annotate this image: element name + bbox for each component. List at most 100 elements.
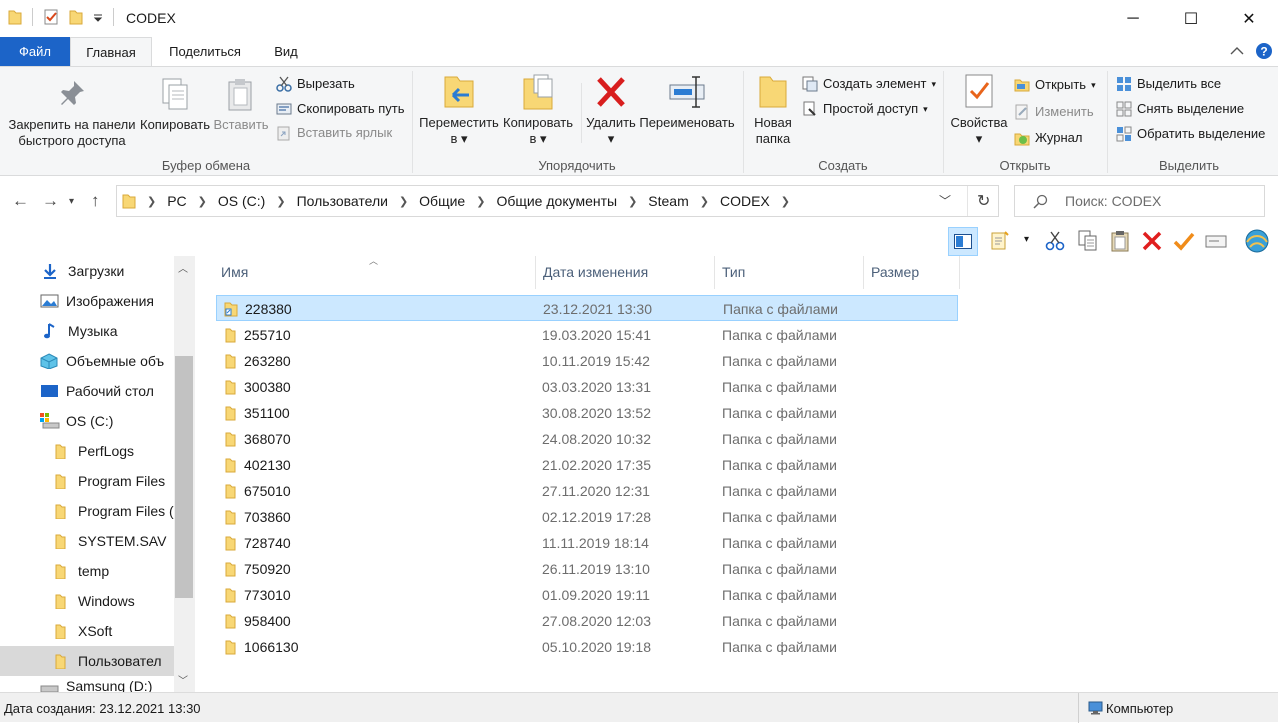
paste-button[interactable]: Вставить	[212, 77, 270, 133]
new-folder-icon[interactable]	[69, 9, 83, 25]
chevron-right-icon[interactable]: ❯	[198, 195, 207, 208]
chevron-right-icon[interactable]: ❯	[147, 195, 156, 208]
copy-icon[interactable]	[1077, 230, 1099, 252]
rename-icon[interactable]	[1205, 230, 1227, 252]
chevron-right-icon[interactable]: ❯	[700, 195, 709, 208]
scroll-down-chevron-icon[interactable]: ﹀	[178, 672, 188, 687]
paste-shortcut-button[interactable]: Вставить ярлык	[276, 123, 392, 143]
table-row[interactable]: 773010 01.09.2020 19:11 Папка с файлами	[216, 582, 958, 608]
crumb-public-documents[interactable]: Общие документы	[496, 193, 617, 209]
nav-item-temp[interactable]: temp	[0, 556, 174, 586]
refresh-icon[interactable]: ↻	[977, 191, 990, 211]
tab-file[interactable]: Файл	[0, 37, 70, 66]
help-icon[interactable]: ?	[1255, 42, 1273, 60]
minimize-button[interactable]: ─	[1104, 0, 1162, 37]
open-button[interactable]: Открыть ▾	[1014, 75, 1096, 95]
collapse-ribbon-icon[interactable]	[1230, 46, 1244, 56]
tab-view[interactable]: Вид	[262, 37, 310, 66]
address-bar[interactable]: ❯ PC ❯ OS (C:) ❯ Пользователи ❯ Общие ❯ …	[116, 185, 999, 217]
move-to-button[interactable]: Переместить в ▾	[418, 73, 500, 147]
recent-locations-chevron-icon[interactable]: ▾	[69, 196, 74, 207]
properties-button[interactable]: Свойства ▾	[948, 73, 1010, 147]
up-arrow-icon[interactable]: ↑	[91, 191, 100, 211]
nav-item-users[interactable]: Пользовател	[0, 646, 174, 676]
maximize-button[interactable]: ☐	[1162, 0, 1220, 37]
properties-icon[interactable]	[43, 9, 59, 25]
nav-item-program-files-x86[interactable]: Program Files (	[0, 496, 174, 526]
new-item-button[interactable]: Создать элемент ▾	[802, 74, 936, 94]
chevron-right-icon[interactable]: ❯	[628, 195, 637, 208]
paste-icon[interactable]	[1109, 230, 1131, 252]
chevron-right-icon[interactable]: ❯	[476, 195, 485, 208]
rename-button[interactable]: Переименовать	[637, 73, 737, 131]
crumb-users[interactable]: Пользователи	[297, 193, 388, 209]
preview-pane-button[interactable]	[948, 227, 978, 256]
copy-to-button[interactable]: Копировать в ▾	[500, 73, 576, 147]
invert-selection-button[interactable]: Обратить выделение	[1116, 124, 1265, 144]
crumb-codex[interactable]: CODEX	[720, 193, 770, 209]
table-row[interactable]: 263280 10.11.2019 15:42 Папка с файлами	[216, 348, 958, 374]
tab-home[interactable]: Главная	[70, 37, 152, 67]
nav-item-program-files[interactable]: Program Files	[0, 466, 174, 496]
column-header-size[interactable]: Размер	[863, 256, 959, 289]
nav-item-xsoft[interactable]: XSoft	[0, 616, 174, 646]
nav-pane-scrollbar[interactable]: ︿ ﹀	[174, 256, 195, 692]
nav-item-pictures[interactable]: Изображения	[0, 286, 174, 316]
new-folder-button[interactable]: Новая папка	[748, 73, 798, 147]
easy-access-button[interactable]: Простой доступ ▾	[802, 99, 928, 119]
dropdown-chevron-icon[interactable]: ▾	[1024, 234, 1029, 245]
table-row[interactable]: 750920 26.11.2019 13:10 Папка с файлами	[216, 556, 958, 582]
chevron-right-icon[interactable]: ❯	[781, 195, 790, 208]
delete-x-icon[interactable]	[1141, 230, 1163, 252]
nav-item-os-c[interactable]: OS (C:)	[0, 406, 174, 436]
table-row[interactable]: 703860 02.12.2019 17:28 Папка с файлами	[216, 504, 958, 530]
scroll-up-chevron-icon[interactable]: ︿	[178, 260, 188, 275]
select-all-button[interactable]: Выделить все	[1116, 74, 1221, 94]
crumb-public[interactable]: Общие	[419, 193, 465, 209]
tab-share[interactable]: Поделиться	[160, 37, 250, 66]
copy-button[interactable]: Копировать	[138, 77, 212, 133]
table-row[interactable]: 255710 19.03.2020 15:41 Папка с файлами	[216, 322, 958, 348]
table-row[interactable]: 300380 03.03.2020 13:31 Папка с файлами	[216, 374, 958, 400]
delete-button[interactable]: Удалить ▾	[585, 73, 637, 147]
pin-quick-access-button[interactable]: Закрепить на панели быстрого доступа	[6, 77, 138, 149]
select-none-button[interactable]: Снять выделение	[1116, 99, 1244, 119]
cut-scissors-icon[interactable]	[1044, 230, 1066, 252]
crumb-os-c[interactable]: OS (C:)	[218, 193, 265, 209]
edit-button[interactable]: Изменить	[1014, 102, 1094, 122]
column-header-date[interactable]: Дата изменения	[535, 256, 714, 289]
forward-arrow-icon[interactable]: →	[42, 191, 59, 211]
crumb-pc[interactable]: PC	[167, 193, 186, 209]
cut-button[interactable]: Вырезать	[276, 74, 355, 94]
crumb-steam[interactable]: Steam	[648, 193, 688, 209]
chevron-right-icon[interactable]: ❯	[399, 195, 408, 208]
shell-globe-icon[interactable]	[1244, 228, 1270, 254]
nav-pane-scrollbar-thumb[interactable]	[175, 356, 193, 598]
table-row[interactable]: 728740 11.11.2019 18:14 Папка с файлами	[216, 530, 958, 556]
nav-item-windows[interactable]: Windows	[0, 586, 174, 616]
nav-item-downloads[interactable]: Загрузки	[0, 256, 174, 286]
checkmark-icon[interactable]	[1173, 230, 1195, 252]
nav-item-system-sav[interactable]: SYSTEM.SAV	[0, 526, 174, 556]
nav-item-desktop[interactable]: Рабочий стол	[0, 376, 174, 406]
table-row[interactable]: 351100 30.08.2020 13:52 Папка с файлами	[216, 400, 958, 426]
new-item-icon[interactable]	[990, 230, 1012, 252]
table-row[interactable]: 368070 24.08.2020 10:32 Папка с файлами	[216, 426, 958, 452]
nav-item-samsung-d[interactable]: Samsung (D:)	[0, 678, 174, 692]
column-header-type[interactable]: Тип	[714, 256, 863, 289]
back-arrow-icon[interactable]: ←	[12, 191, 29, 211]
table-row[interactable]: 1066130 05.10.2020 19:18 Папка с файлами	[216, 634, 958, 660]
nav-item-perflogs[interactable]: PerfLogs	[0, 436, 174, 466]
nav-item-3d-objects[interactable]: Объемные объ	[0, 346, 174, 376]
address-history-chevron-icon[interactable]: ﹀	[939, 192, 951, 209]
customize-qat-icon[interactable]	[93, 9, 103, 25]
chevron-right-icon[interactable]: ❯	[276, 195, 285, 208]
search-input[interactable]: Поиск: CODEX	[1014, 185, 1265, 217]
table-row[interactable]: 675010 27.11.2020 12:31 Папка с файлами	[216, 478, 958, 504]
table-row[interactable]: 402130 21.02.2020 17:35 Папка с файлами	[216, 452, 958, 478]
nav-item-music[interactable]: Музыка	[0, 316, 174, 346]
copy-path-button[interactable]: Скопировать путь	[276, 99, 405, 119]
table-row[interactable]: 228380 23.12.2021 13:30 Папка с файлами	[216, 295, 958, 321]
column-header-name[interactable]: Имя	[213, 256, 535, 289]
table-row[interactable]: 958400 27.08.2020 12:03 Папка с файлами	[216, 608, 958, 634]
